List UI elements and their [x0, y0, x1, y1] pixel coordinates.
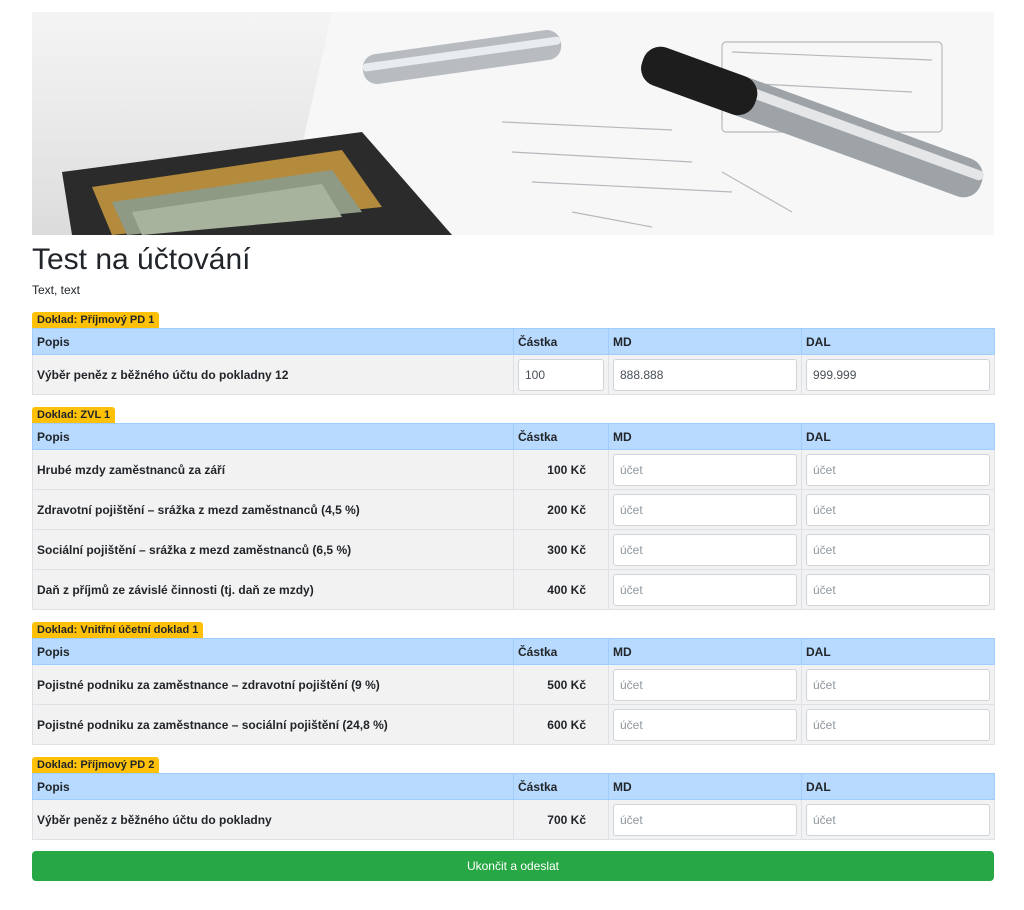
md-cell	[608, 529, 802, 570]
dal-account-input[interactable]	[806, 533, 990, 566]
md-account-input[interactable]	[613, 708, 797, 741]
md-account-input[interactable]	[613, 493, 797, 526]
table-row: Pojistné podniku za zaměstnance – sociál…	[32, 704, 995, 745]
dal-account-input[interactable]	[806, 493, 990, 526]
md-account-input[interactable]	[613, 358, 797, 391]
column-header-popis: Popis	[32, 328, 514, 355]
column-header-dal: DAL	[801, 638, 995, 665]
page-title: Test na účtování	[32, 243, 251, 276]
dal-cell	[801, 449, 995, 490]
document-table: Popis Částka MD DAL Hrubé mzdy zaměstnan…	[32, 423, 995, 610]
table-header-row: Popis Částka MD DAL	[32, 423, 995, 450]
row-description: Pojistné podniku za zaměstnance – sociál…	[32, 704, 514, 745]
column-header-castka: Částka	[513, 328, 609, 355]
dal-cell	[801, 489, 995, 530]
document-block: Doklad: Příjmový PD 2 Popis Částka MD DA…	[32, 756, 995, 840]
md-cell	[608, 704, 802, 745]
md-cell	[608, 569, 802, 610]
row-description: Výběr peněz z běžného účtu do pokladny 1…	[32, 354, 514, 395]
document-badge: Doklad: Příjmový PD 2	[32, 757, 160, 773]
column-header-md: MD	[608, 773, 802, 800]
table-header-row: Popis Částka MD DAL	[32, 638, 995, 665]
dal-account-input[interactable]	[806, 453, 990, 486]
dal-cell	[801, 354, 995, 395]
column-header-popis: Popis	[32, 638, 514, 665]
dal-cell	[801, 529, 995, 570]
dal-account-input[interactable]	[806, 708, 990, 741]
table-row: Pojistné podniku za zaměstnance – zdravo…	[32, 664, 995, 705]
hero-illustration	[62, 12, 994, 235]
row-description: Sociální pojištění – srážka z mezd zaměs…	[32, 529, 514, 570]
table-row: Výběr peněz z běžného účtu do pokladny 7…	[32, 799, 995, 840]
main-container: Test na účtování Text, text Doklad: Příj…	[32, 12, 995, 881]
md-account-input[interactable]	[613, 533, 797, 566]
md-account-input[interactable]	[613, 573, 797, 606]
amount-cell	[513, 354, 609, 395]
row-amount: 600 Kč	[513, 704, 609, 745]
row-amount: 300 Kč	[513, 529, 609, 570]
table-row: Zdravotní pojištění – srážka z mezd zamě…	[32, 489, 995, 530]
row-amount: 500 Kč	[513, 664, 609, 705]
document-badge: Doklad: Vnitřní účetní doklad 1	[32, 622, 204, 638]
md-cell	[608, 664, 802, 705]
column-header-dal: DAL	[801, 423, 995, 450]
row-description: Daň z příjmů ze závislé činnosti (tj. da…	[32, 569, 514, 610]
table-row: Hrubé mzdy zaměstnanců za září 100 Kč	[32, 449, 995, 490]
dal-cell	[801, 799, 995, 840]
md-cell	[608, 489, 802, 530]
dal-account-input[interactable]	[806, 668, 990, 701]
row-amount: 400 Kč	[513, 569, 609, 610]
column-header-dal: DAL	[801, 773, 995, 800]
row-description: Výběr peněz z běžného účtu do pokladny	[32, 799, 514, 840]
submit-button[interactable]: Ukončit a odeslat	[32, 851, 994, 881]
md-account-input[interactable]	[613, 453, 797, 486]
row-amount: 100 Kč	[513, 449, 609, 490]
document-table: Popis Částka MD DAL Výběr peněz z běžnéh…	[32, 773, 995, 840]
page-subtitle: Text, text	[32, 283, 81, 297]
md-account-input[interactable]	[613, 668, 797, 701]
dal-cell	[801, 704, 995, 745]
table-row: Sociální pojištění – srážka z mezd zaměs…	[32, 529, 995, 570]
table-row: Daň z příjmů ze závislé činnosti (tj. da…	[32, 569, 995, 610]
row-description: Zdravotní pojištění – srážka z mezd zamě…	[32, 489, 514, 530]
column-header-castka: Částka	[513, 423, 609, 450]
table-row: Výběr peněz z běžného účtu do pokladny 1…	[32, 354, 995, 395]
md-account-input[interactable]	[613, 803, 797, 836]
md-cell	[608, 449, 802, 490]
document-table: Popis Částka MD DAL Výběr peněz z běžnéh…	[32, 328, 995, 395]
dal-cell	[801, 664, 995, 705]
column-header-castka: Částka	[513, 773, 609, 800]
dal-account-input[interactable]	[806, 803, 990, 836]
table-header-row: Popis Částka MD DAL	[32, 773, 995, 800]
row-description: Hrubé mzdy zaměstnanců za září	[32, 449, 514, 490]
column-header-popis: Popis	[32, 423, 514, 450]
row-description: Pojistné podniku za zaměstnance – zdravo…	[32, 664, 514, 705]
dal-account-input[interactable]	[806, 573, 990, 606]
hero-image	[32, 12, 994, 235]
document-block: Doklad: Vnitřní účetní doklad 1 Popis Čá…	[32, 621, 995, 745]
md-cell	[608, 799, 802, 840]
column-header-castka: Částka	[513, 638, 609, 665]
column-header-dal: DAL	[801, 328, 995, 355]
column-header-md: MD	[608, 328, 802, 355]
column-header-md: MD	[608, 423, 802, 450]
md-cell	[608, 354, 802, 395]
document-badge: Doklad: Příjmový PD 1	[32, 312, 160, 328]
dal-account-input[interactable]	[806, 358, 990, 391]
amount-input[interactable]	[518, 358, 604, 391]
document-table: Popis Částka MD DAL Pojistné podniku za …	[32, 638, 995, 745]
column-header-md: MD	[608, 638, 802, 665]
document-block: Doklad: ZVL 1 Popis Částka MD DAL Hrubé …	[32, 406, 995, 610]
row-amount: 200 Kč	[513, 489, 609, 530]
row-amount: 700 Kč	[513, 799, 609, 840]
dal-cell	[801, 569, 995, 610]
document-block: Doklad: Příjmový PD 1 Popis Částka MD DA…	[32, 311, 995, 395]
document-badge: Doklad: ZVL 1	[32, 407, 116, 423]
column-header-popis: Popis	[32, 773, 514, 800]
table-header-row: Popis Částka MD DAL	[32, 328, 995, 355]
